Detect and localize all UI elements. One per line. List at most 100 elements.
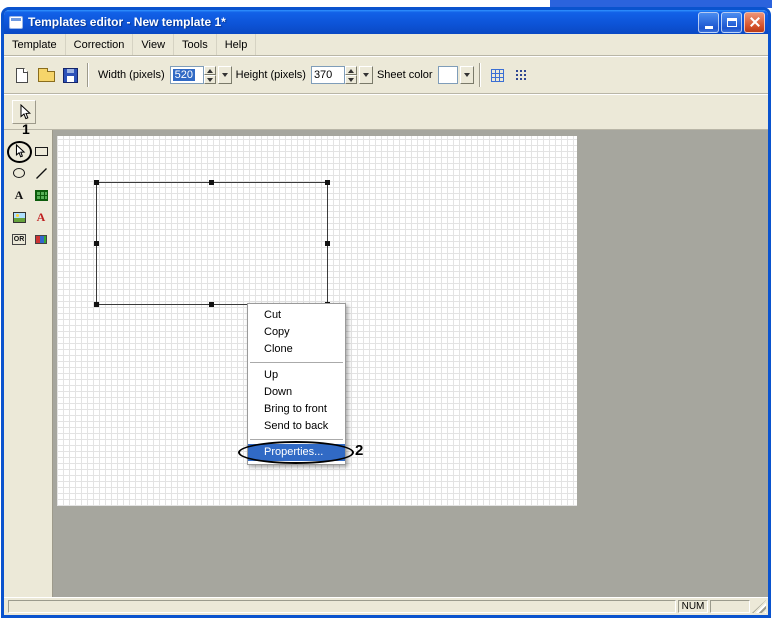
- rectangle-tool[interactable]: [31, 142, 51, 160]
- palette-tool[interactable]: [31, 230, 51, 248]
- new-template-button[interactable]: [10, 63, 34, 87]
- minimize-button[interactable]: [698, 12, 719, 33]
- num-lock-indicator: NUM: [678, 600, 708, 613]
- height-input[interactable]: 370: [311, 66, 345, 84]
- height-value: 370: [314, 69, 332, 81]
- or-tool[interactable]: OR: [9, 230, 29, 248]
- picture-icon: [13, 212, 26, 223]
- grid-dots-icon: [515, 69, 528, 82]
- annotation-step-1: 1: [22, 121, 30, 137]
- status-extra-pane: [710, 600, 750, 613]
- context-menu-clone[interactable]: Clone: [248, 341, 345, 358]
- red-a-icon: A: [37, 210, 46, 225]
- template-object-rect[interactable]: [96, 182, 328, 305]
- image-tool[interactable]: [9, 208, 29, 226]
- toolbar-separator: [87, 63, 89, 87]
- line-icon: [35, 167, 48, 180]
- width-dropdown-button[interactable]: [218, 66, 232, 84]
- sheet-color-picker: [438, 66, 474, 84]
- green-table-icon: [35, 190, 48, 201]
- sheet-color-swatch[interactable]: [438, 66, 458, 84]
- screen: Templates editor - New template 1* Templ…: [0, 0, 772, 621]
- tool-panel: A A OR: [4, 130, 53, 597]
- maximize-icon: [727, 18, 737, 27]
- save-floppy-icon: [63, 68, 78, 83]
- height-label: Height (pixels): [236, 69, 306, 81]
- sheet-color-label: Sheet color: [377, 69, 433, 81]
- snap-to-grid-button[interactable]: [510, 63, 534, 87]
- width-spinner: 520: [170, 66, 232, 84]
- title-bar[interactable]: Templates editor - New template 1*: [4, 10, 768, 34]
- selection-handle-w[interactable]: [94, 241, 99, 246]
- label-tool[interactable]: A: [31, 208, 51, 226]
- selection-handle-e[interactable]: [325, 241, 330, 246]
- line-tool[interactable]: [31, 164, 51, 182]
- window-title: Templates editor - New template 1*: [28, 15, 698, 29]
- palette-icon: [35, 235, 47, 244]
- minimize-icon: [705, 26, 713, 29]
- maximize-button[interactable]: [721, 12, 742, 33]
- status-bar: NUM: [4, 597, 768, 615]
- sheet-color-dropdown-button[interactable]: [460, 66, 474, 84]
- menu-template[interactable]: Template: [4, 34, 66, 55]
- rectangle-icon: [35, 147, 48, 156]
- context-menu-cut[interactable]: Cut: [248, 307, 345, 324]
- status-main-pane: [8, 600, 676, 613]
- menu-correction[interactable]: Correction: [66, 34, 134, 55]
- width-value: 520: [173, 69, 195, 81]
- table-tool[interactable]: [31, 186, 51, 204]
- chevron-down-icon: [363, 73, 369, 77]
- window-controls: [698, 12, 765, 33]
- content-area: A A OR: [4, 130, 768, 597]
- selection-handle-sw[interactable]: [94, 302, 99, 307]
- selection-handle-nw[interactable]: [94, 180, 99, 185]
- width-spin-up-button[interactable]: [204, 66, 216, 75]
- show-grid-button[interactable]: [486, 63, 510, 87]
- text-tool[interactable]: A: [9, 186, 29, 204]
- new-document-icon: [16, 68, 28, 83]
- selection-handle-n[interactable]: [209, 180, 214, 185]
- height-spin-up-button[interactable]: [345, 66, 357, 75]
- templates-editor-window: Templates editor - New template 1* Templ…: [1, 7, 771, 618]
- height-spinner: 370: [311, 66, 373, 84]
- chevron-down-icon: [464, 73, 470, 77]
- height-dropdown-button[interactable]: [359, 66, 373, 84]
- context-menu-send-to-back[interactable]: Send to back: [248, 418, 345, 435]
- annotation-step-2: 2: [355, 442, 363, 459]
- down-arrow-icon: [348, 78, 354, 82]
- resize-grip[interactable]: [752, 600, 766, 613]
- context-menu-up[interactable]: Up: [248, 367, 345, 384]
- grid-icon: [491, 69, 504, 82]
- menu-view[interactable]: View: [133, 34, 174, 55]
- edit-toolbar: [4, 94, 768, 130]
- context-menu-down[interactable]: Down: [248, 384, 345, 401]
- ellipse-icon: [13, 168, 25, 178]
- selection-handle-s[interactable]: [209, 302, 214, 307]
- arrow-cursor-icon: [17, 104, 32, 120]
- open-folder-icon: [38, 71, 55, 82]
- selection-handle-ne[interactable]: [325, 180, 330, 185]
- up-arrow-icon: [348, 69, 354, 73]
- or-icon: OR: [12, 234, 27, 245]
- chevron-down-icon: [222, 73, 228, 77]
- context-menu-copy[interactable]: Copy: [248, 324, 345, 341]
- annotation-circle-1: [7, 141, 32, 163]
- context-menu-bring-to-front[interactable]: Bring to front: [248, 401, 345, 418]
- toolbar-separator: [479, 63, 481, 87]
- app-icon: [9, 16, 23, 29]
- menu-tools[interactable]: Tools: [174, 34, 217, 55]
- menu-help[interactable]: Help: [217, 34, 257, 55]
- menu-bar: Template Correction View Tools Help: [4, 34, 768, 56]
- save-template-button[interactable]: [58, 63, 82, 87]
- ellipse-tool[interactable]: [9, 164, 29, 182]
- width-spin-down-button[interactable]: [204, 75, 216, 84]
- close-icon: [749, 16, 761, 28]
- close-button[interactable]: [744, 12, 765, 33]
- width-input[interactable]: 520: [170, 66, 204, 84]
- context-menu-separator: [248, 358, 345, 367]
- height-spin-down-button[interactable]: [345, 75, 357, 84]
- up-arrow-icon: [207, 69, 213, 73]
- width-label: Width (pixels): [98, 69, 165, 81]
- open-template-button[interactable]: [34, 63, 58, 87]
- text-a-icon: A: [15, 188, 24, 203]
